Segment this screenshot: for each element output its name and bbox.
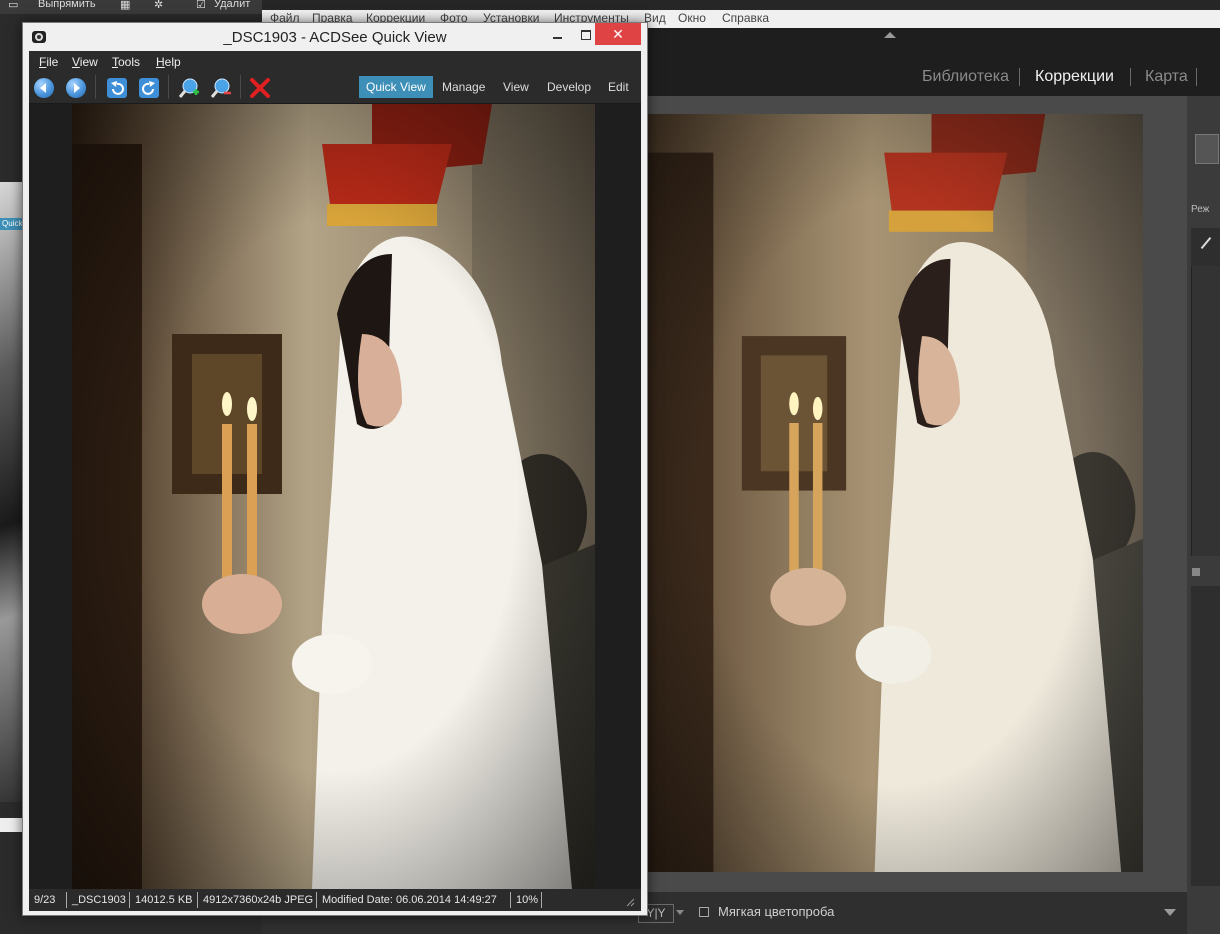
tab-develop[interactable]: Develop: [540, 76, 598, 98]
delete-icon: [250, 78, 270, 98]
menu-view-rest: iew: [79, 55, 98, 69]
status-separator: [66, 892, 67, 908]
forward-button[interactable]: [65, 77, 87, 99]
minimize-button[interactable]: [543, 23, 573, 45]
panel-square-icon[interactable]: [1192, 568, 1200, 576]
menu-view[interactable]: View: [72, 55, 98, 69]
back-arrow-glyph: [40, 83, 46, 93]
panel-section: [1191, 266, 1220, 556]
image-index: 9/23: [34, 894, 56, 906]
quick-view-photo[interactable]: [72, 104, 595, 889]
lr-menu-help[interactable]: Справка: [722, 11, 769, 25]
panel-mode-label: Реж: [1191, 204, 1210, 215]
background-quick-tab: Quick: [0, 218, 23, 230]
rotate-left-button[interactable]: [106, 77, 128, 99]
lightroom-right-panel: Реж ⦿: [1187, 96, 1220, 934]
toolbar-separator: [168, 75, 169, 99]
status-separator: [129, 892, 130, 908]
image-filesize: 14012.5 KB: [135, 894, 193, 906]
acdsee-quick-view-window: _DSC1903 - ACDSee Quick View ✕ File View…: [22, 22, 648, 916]
zoom-in-button[interactable]: [178, 77, 200, 99]
title-bar[interactable]: _DSC1903 - ACDSee Quick View ✕: [23, 23, 647, 51]
toolbar-separator: [240, 75, 241, 99]
toolbar: Quick View Manage View Develop Edit: [29, 71, 641, 104]
background-photo-strip: [0, 182, 22, 802]
menu-bar: File View Tools Help: [29, 51, 641, 71]
module-library[interactable]: Библиотека: [922, 68, 1009, 86]
tab-view[interactable]: View: [496, 76, 536, 98]
rotate-right-button[interactable]: [138, 77, 160, 99]
delete-button[interactable]: [249, 77, 271, 99]
panel-section-lower: [1191, 586, 1220, 886]
straighten-button[interactable]: Выпрямить: [38, 0, 96, 10]
module-separator: [1196, 68, 1197, 86]
soft-proof-checkbox[interactable]: [699, 907, 709, 917]
zoom-in-icon: [178, 78, 199, 98]
rotate-left-icon: [107, 78, 127, 98]
menu-view-mnemonic: V: [72, 55, 80, 69]
tab-edit[interactable]: Edit: [601, 76, 636, 98]
status-separator: [197, 892, 198, 908]
straighten-icon[interactable]: ▭: [8, 0, 18, 11]
menu-help-rest: elp: [164, 55, 181, 69]
close-button[interactable]: ✕: [595, 23, 641, 45]
delete-checkbox[interactable]: ☑: [196, 0, 206, 11]
menu-help-mnemonic: H: [156, 55, 165, 69]
tab-quick-view[interactable]: Quick View: [359, 76, 433, 98]
status-separator: [316, 892, 317, 908]
menu-tools-rest: ools: [118, 55, 141, 69]
lightroom-photo-art: [647, 114, 1143, 872]
zoom-out-button[interactable]: [210, 77, 232, 99]
background-white-bar: [0, 818, 22, 832]
forward-arrow-glyph: [74, 83, 80, 93]
soft-proof-label: Мягкая цветопроба: [718, 904, 835, 919]
module-separator: [1019, 68, 1020, 86]
grid-icon[interactable]: ▦: [120, 0, 130, 11]
zoom-level: 10%: [516, 894, 539, 906]
module-separator: [1130, 68, 1131, 86]
toolbar-menu-chevron-icon[interactable]: [1164, 909, 1176, 916]
rotate-right-icon: [139, 78, 159, 98]
image-modified-date: Modified Date: 06.06.2014 14:49:27: [322, 894, 497, 906]
image-viewport[interactable]: [29, 104, 641, 889]
collapse-top-panel-icon[interactable]: [884, 32, 896, 38]
menu-file-rest: ile: [46, 55, 59, 69]
module-map[interactable]: Карта: [1145, 68, 1188, 86]
gear-icon[interactable]: ✲: [154, 0, 163, 11]
image-filename: _DSC1903: [72, 894, 126, 906]
status-separator: [510, 892, 511, 908]
chevron-down-icon[interactable]: [676, 910, 684, 915]
menu-file[interactable]: File: [39, 55, 58, 69]
panel-grid-icon[interactable]: [1195, 134, 1219, 164]
back-button[interactable]: [33, 77, 55, 99]
background-left-toolbar: ▭ Выпрямить ▦ ✲ ☑ Удалит: [0, 0, 262, 14]
status-bar: 9/23 _DSC1903 14012.5 KB 4912x7360x24b J…: [29, 889, 641, 911]
menu-tools[interactable]: Tools: [112, 55, 140, 69]
quick-view-photo-art: [72, 104, 595, 889]
menu-help[interactable]: Help: [156, 55, 181, 69]
lr-menu-window[interactable]: Окно: [678, 11, 706, 25]
toolbar-separator: [95, 75, 96, 99]
status-separator: [541, 892, 542, 908]
lightroom-bottom-right-area: [1187, 892, 1220, 934]
lightroom-photo[interactable]: [647, 114, 1143, 872]
panel-tool-area: [1191, 228, 1220, 268]
tab-manage[interactable]: Manage: [435, 76, 492, 98]
image-dimensions: 4912x7360x24b JPEG: [203, 894, 314, 906]
resize-grip-icon[interactable]: [623, 895, 635, 907]
zoom-out-icon: [210, 78, 231, 98]
delete-label: Удалит: [214, 0, 251, 10]
brush-icon[interactable]: [1200, 236, 1212, 250]
module-develop[interactable]: Коррекции: [1035, 68, 1114, 86]
